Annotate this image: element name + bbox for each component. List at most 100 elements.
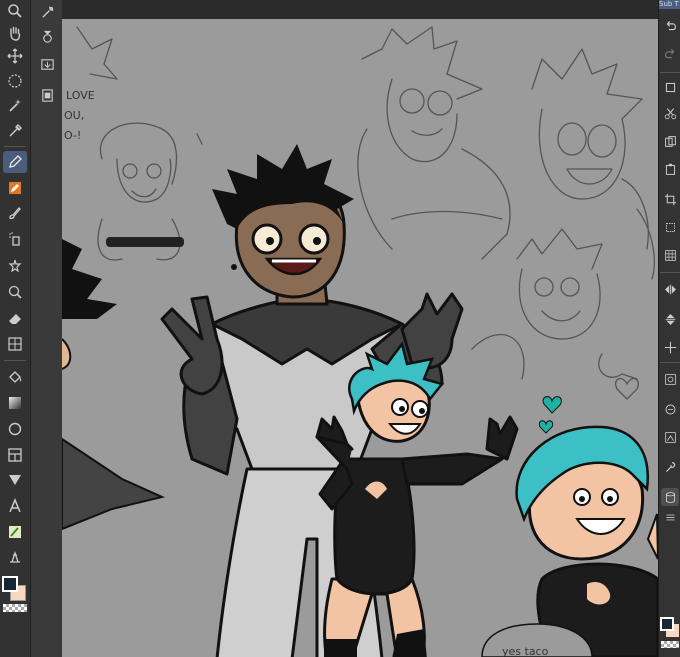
redo-icon [664,48,674,58]
redo-button[interactable] [661,44,679,62]
bubble-text: yes taco [502,645,549,657]
move-layer-icon [664,341,676,353]
film-icon [41,88,53,102]
frame-tool[interactable] [3,444,27,466]
pen-tool[interactable] [3,151,27,173]
crop-icon [664,193,676,205]
ruler-icon [10,550,20,563]
brush-tool[interactable] [3,202,27,224]
sketch-man [357,26,511,260]
import-button[interactable] [37,54,57,74]
drawing-canvas[interactable]: LOVE OU, O-! yes taco [62,19,658,657]
balloon-tool[interactable] [3,469,27,491]
love-text-line1: LOVE [66,89,95,102]
paste-icon [665,163,675,175]
main-color-swatch-right[interactable] [660,617,674,631]
layer-settings-icon [42,30,52,43]
magnifier-icon [8,4,22,18]
grid-button[interactable] [661,246,679,264]
layer-settings-button[interactable] [37,26,57,46]
link-icon [665,404,675,414]
layer-icon [665,82,675,92]
decoration-tool[interactable] [3,255,27,277]
cut-icon [664,107,676,119]
copy-button[interactable] [661,132,679,150]
database-icon [665,491,675,503]
hand-icon [10,26,21,41]
eyedropper-tool[interactable] [3,120,27,142]
pen-icon [9,155,22,168]
canvas-header [62,0,658,19]
tool-palette [0,0,31,657]
blend-icon [8,285,22,299]
airbrush-tool[interactable] [3,228,27,250]
fill-tool[interactable] [3,333,27,355]
figure-tool[interactable] [3,418,27,440]
link-button[interactable] [661,400,679,418]
view-button[interactable] [661,428,679,446]
transform-button[interactable] [661,218,679,236]
move-icon [7,48,23,64]
eraser-tool[interactable] [3,307,27,329]
circle-icon [8,422,22,436]
settings-icon [41,5,54,18]
sketch-face [471,228,639,400]
gradient-tool[interactable] [3,392,27,414]
divider [660,362,680,363]
flip-horizontal-icon [664,284,676,294]
menu-icon [665,514,675,520]
layer-button[interactable] [661,78,679,96]
gradient-icon [9,397,21,409]
crop-button[interactable] [661,190,679,208]
eraser-icon [9,314,21,324]
zoom-tool[interactable] [3,0,27,22]
reference-button[interactable] [661,370,679,388]
database-button[interactable] [661,488,679,506]
flip-vertical-icon [665,313,675,325]
pencil-tool[interactable] [3,177,27,199]
artwork: LOVE OU, O-! yes taco [62,26,658,657]
undo-button[interactable] [661,16,679,34]
character-teal-woman-right [515,396,658,657]
cut-button[interactable] [661,104,679,122]
divider [660,272,680,273]
selection-tool[interactable] [3,70,27,92]
hand-tool[interactable] [3,22,27,44]
grid-icon [664,249,676,261]
wrench-button[interactable] [661,458,679,476]
divider [4,360,26,361]
divider [4,146,26,147]
text-tool[interactable] [3,495,27,517]
move-tool[interactable] [3,45,27,67]
fill-icon [8,337,22,351]
sub-tool-palette [31,0,63,657]
paste-button[interactable] [661,160,679,178]
main-color-swatch[interactable] [2,576,18,592]
eyedropper-icon [9,124,22,137]
correct-line-icon [9,526,21,538]
subtool-settings-button[interactable] [37,2,57,22]
fill-bucket-tool[interactable] [3,366,27,388]
lasso-icon [8,74,22,88]
menu-button[interactable] [661,508,679,526]
fill-bucket-icon [9,371,22,383]
airbrush-icon [9,232,20,246]
auto-select-tool[interactable] [3,95,27,117]
left-cropped-character [62,239,166,531]
flip-vertical-button[interactable] [661,310,679,328]
flip-horizontal-button[interactable] [661,280,679,298]
frame-icon [8,448,22,462]
animation-button[interactable] [37,85,57,105]
decoration-icon [8,259,22,273]
correct-line-tool[interactable] [3,521,27,543]
transparent-color-swatch-right[interactable] [661,641,679,648]
love-text-line3: O-! [64,129,81,142]
blend-tool[interactable] [3,281,27,303]
magic-wand-icon [9,99,21,112]
undo-icon [666,20,676,30]
text-icon [9,498,21,513]
balloon-icon [9,475,21,485]
transparent-color-swatch[interactable] [3,604,27,612]
ruler-tool[interactable] [3,546,27,568]
move-layer-button[interactable] [661,338,679,356]
